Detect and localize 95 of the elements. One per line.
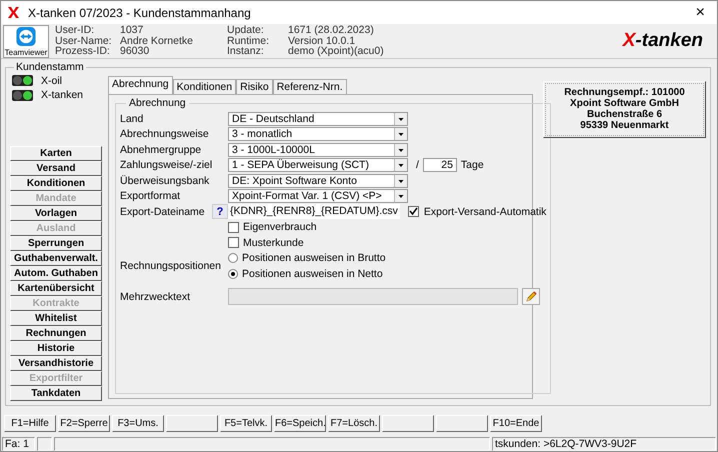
help-button[interactable]: ? xyxy=(212,204,228,220)
info-label: Instanz: xyxy=(227,46,265,57)
pencil-icon xyxy=(525,290,537,302)
radio-button[interactable] xyxy=(228,268,238,279)
function-key[interactable]: F3=Ums. xyxy=(112,415,164,432)
separator-text: / xyxy=(416,159,419,172)
radio-label: Positionen ausweisen in Brutto xyxy=(242,252,386,264)
tab[interactable]: Risiko xyxy=(236,79,273,94)
text-field[interactable] xyxy=(228,288,518,305)
side-button[interactable]: Guthabenverwalt. xyxy=(10,251,102,266)
checkbox-label: Eigenverbrauch xyxy=(243,221,317,234)
info-value: 1037 xyxy=(120,25,144,36)
dropdown[interactable]: 3 - 1000L-10000L xyxy=(228,142,408,157)
field-label: Abrechnungsweise xyxy=(120,128,210,140)
side-button[interactable]: Whitelist xyxy=(10,311,102,326)
side-button[interactable]: Rechnungen xyxy=(10,326,102,341)
recipient-line: Buchenstraße 6 xyxy=(586,109,662,120)
checkbox[interactable] xyxy=(408,206,419,218)
info-label: User-ID: xyxy=(55,25,96,36)
side-button[interactable]: Sperrungen xyxy=(10,236,102,251)
side-button[interactable]: Autom. Guthaben xyxy=(10,266,102,281)
empty-function-key[interactable] xyxy=(382,415,434,432)
dropdown-arrow-icon xyxy=(394,128,407,140)
field-label: Exportformat xyxy=(120,190,182,202)
info-value: 1671 (28.02.2023) xyxy=(288,25,375,36)
input-field[interactable]: {KDNR}_{RENR8}_{REDATUM}.csv xyxy=(228,204,400,220)
unit-label: Tage xyxy=(460,159,484,172)
empty-function-key[interactable] xyxy=(436,415,488,432)
field-label: Mehrzwecktext xyxy=(120,290,192,302)
status-panel xyxy=(37,437,52,451)
side-button[interactable]: Tankdaten xyxy=(10,386,102,401)
info-value: 96030 xyxy=(120,46,150,57)
status-text: tskunden: >6L2Q-7WV3-9U2F xyxy=(492,437,716,451)
dropdown-arrow-icon xyxy=(394,159,407,172)
checkbox-label: Export-Versand-Automatik xyxy=(424,206,546,218)
checkbox[interactable] xyxy=(228,237,239,248)
field-label: Land xyxy=(120,112,144,125)
dropdown-arrow-icon xyxy=(394,112,407,125)
tab[interactable]: Konditionen xyxy=(172,79,236,94)
function-key[interactable]: F7=Lösch. xyxy=(328,415,380,432)
teamviewer-button[interactable]: Teamviewer xyxy=(3,24,49,58)
dropdown[interactable]: Xpoint-Format Var. 1 (CSV) <P> xyxy=(228,189,408,204)
field-label: Rechnungspositionen xyxy=(120,260,222,272)
recipient-line: Rechnungsempf.: 101000 xyxy=(564,87,685,98)
recipient-line: Xpoint Software GmbH xyxy=(570,98,679,109)
function-key[interactable]: F6=Speich. xyxy=(274,415,326,432)
logo: X-tanken xyxy=(622,30,703,52)
remote-icon xyxy=(15,26,37,46)
checkbox-label: Musterkunde xyxy=(243,236,304,249)
info-label: Runtime: xyxy=(227,36,270,46)
dropdown-arrow-icon xyxy=(394,190,407,202)
side-button[interactable]: Karten xyxy=(10,146,102,161)
dropdown[interactable]: 3 - monatlich xyxy=(228,127,408,142)
info-value: Andre Kornetke xyxy=(120,36,194,46)
empty-function-key[interactable] xyxy=(166,415,218,432)
group-title: Kundenstamm xyxy=(15,61,85,73)
tab[interactable]: Referenz-Nrn. xyxy=(272,79,347,94)
days-field[interactable]: 25 xyxy=(422,158,457,172)
tab[interactable]: Abrechnung xyxy=(108,76,173,94)
dropdown-arrow-icon xyxy=(394,144,407,156)
radio-button[interactable] xyxy=(228,253,238,264)
dropdown[interactable]: DE - Deutschland xyxy=(228,112,408,126)
info-label: Update: xyxy=(227,25,264,36)
side-button[interactable]: Vorlagen xyxy=(10,206,102,221)
dropdown-arrow-icon xyxy=(394,174,407,187)
system-label: X-tanken xyxy=(41,89,84,102)
side-button[interactable]: Kartenübersicht xyxy=(10,281,102,296)
info-value: Version 10.0.1 xyxy=(288,36,356,46)
function-key[interactable]: F1=Hilfe xyxy=(4,415,56,432)
edit-button[interactable] xyxy=(522,288,540,305)
dropdown[interactable]: 1 - SEPA Überweisung (SCT) xyxy=(228,158,408,172)
recipient-line: 95339 Neuenmarkt xyxy=(580,120,669,131)
window-title: X-tanken 07/2023 - Kundenstammanhang xyxy=(28,6,252,20)
side-button[interactable]: Konditionen xyxy=(10,176,102,191)
function-key[interactable]: F10=Ende xyxy=(490,415,542,432)
info-label: Prozess-ID: xyxy=(55,46,111,57)
info-label: User-Name: xyxy=(55,36,113,46)
function-key[interactable]: F5=Telvk. xyxy=(220,415,272,432)
dropdown[interactable]: DE: Xpoint Software Konto xyxy=(228,174,408,188)
side-button[interactable]: Historie xyxy=(10,341,102,356)
function-key[interactable]: F2=Sperre xyxy=(58,415,110,432)
section-title: Abrechnung xyxy=(128,97,187,109)
field-label: Zahlungsweise/-ziel xyxy=(120,159,214,172)
field-label: Überweisungsbank xyxy=(120,174,210,187)
field-label: Abnehmergruppe xyxy=(120,144,202,156)
radio-label: Positionen ausweisen in Netto xyxy=(242,268,383,280)
side-button[interactable]: Versand xyxy=(10,161,102,176)
info-value: demo (Xpoint)(acu0) xyxy=(288,46,385,57)
field-label: Export-Dateiname xyxy=(120,206,206,218)
status-text: Fa: 1 xyxy=(2,437,35,451)
system-label: X-oil xyxy=(41,74,62,87)
app-icon xyxy=(7,6,20,19)
checkbox[interactable] xyxy=(228,222,239,233)
side-button[interactable]: Versandhistorie xyxy=(10,356,102,371)
close-button[interactable]: × xyxy=(690,4,711,22)
